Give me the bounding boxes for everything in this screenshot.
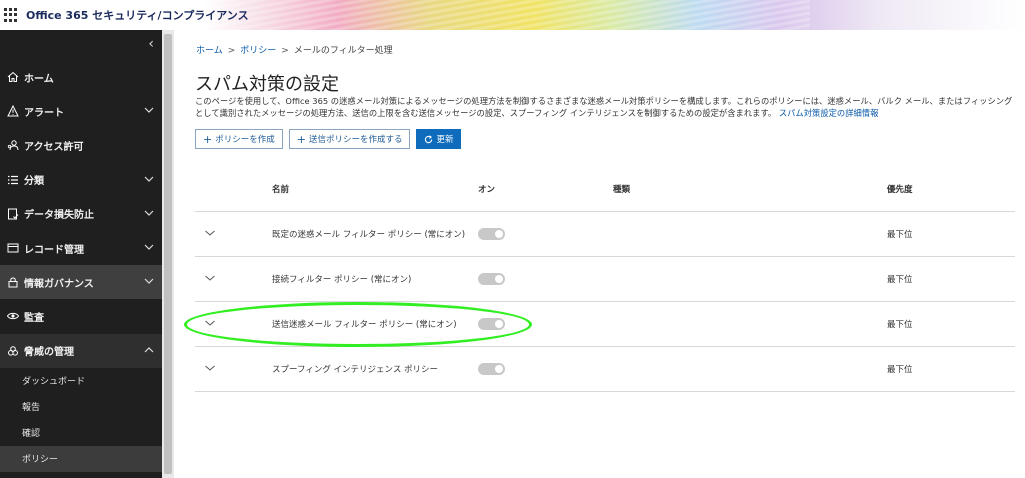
breadcrumb: ホーム > ポリシー > メールのフィルター処理 [196, 43, 393, 56]
breadcrumb-home-link[interactable]: ホーム [196, 46, 223, 56]
chevron-up-icon [144, 346, 154, 352]
breadcrumb-current: メールのフィルター処理 [293, 46, 393, 56]
sidebar-item-audit[interactable]: 監査 [0, 299, 162, 333]
policy-priority: 最下位 [887, 365, 913, 375]
sidebar-item-threat-management[interactable]: 脅威の管理 [0, 333, 162, 368]
create-policy-label: ポリシーを作成 [215, 135, 275, 145]
policy-name: 送信迷惑メール フィルター ポリシー (常にオン) [272, 320, 457, 330]
sidebar-subitem-dashboard[interactable]: ダッシュボード [0, 367, 162, 394]
sidebar-item-label: アラート [24, 107, 64, 119]
scrollbar-thumb[interactable] [164, 34, 172, 474]
chevron-down-icon[interactable] [204, 362, 216, 374]
sidebar-item-label: 情報ガバナンス [24, 278, 94, 290]
sidebar-item-label: データ損失防止 [24, 210, 94, 222]
chevron-down-icon [144, 278, 154, 284]
breadcrumb-separator: > [281, 46, 289, 56]
toolbar: + ポリシーを作成 + 送信ポリシーを作成する 更新 [195, 129, 462, 149]
sidebar-item-label: 脅威の管理 [24, 347, 74, 359]
sidebar-nav: ホーム アラート アクセス許可 分類 データ損失防止 レコード管理 情報ガバナン… [0, 60, 162, 472]
plus-icon: + [203, 132, 213, 146]
chevron-down-icon[interactable] [204, 272, 216, 284]
sidebar-item-classification[interactable]: 分類 [0, 163, 162, 197]
policy-toggle[interactable] [478, 228, 505, 240]
sidebar-item-permissions[interactable]: アクセス許可 [0, 128, 162, 162]
policy-name: スプーフィング インテリジェンス ポリシー [272, 365, 439, 375]
permissions-icon [6, 138, 20, 152]
eye-icon [6, 309, 20, 323]
column-header-priority[interactable]: 優先度 [887, 183, 913, 195]
sidebar-item-alerts[interactable]: アラート [0, 94, 162, 128]
sidebar-item-label: 分類 [24, 176, 44, 188]
chevron-down-icon[interactable] [204, 227, 216, 239]
table-row[interactable]: 接続フィルター ポリシー (常にオン) 最下位 [195, 257, 1015, 302]
dlp-icon [6, 207, 20, 221]
policy-priority: 最下位 [887, 275, 913, 285]
chevron-down-icon[interactable] [204, 317, 216, 329]
sidebar: ‹ ホーム アラート アクセス許可 分類 データ損失防止 レコード管理 情報ガバ… [0, 30, 162, 478]
policy-toggle[interactable] [478, 363, 505, 375]
sidebar-subitem-reports[interactable]: 報告 [0, 393, 162, 420]
chevron-down-icon [144, 210, 154, 216]
collapse-sidebar-icon[interactable]: ‹ [148, 36, 154, 52]
breadcrumb-separator: > [227, 46, 236, 56]
app-launcher-icon[interactable] [4, 8, 18, 22]
refresh-button[interactable]: 更新 [416, 129, 462, 149]
refresh-icon [425, 134, 433, 143]
sidebar-scrollbar[interactable] [162, 30, 174, 478]
breadcrumb-policy-link[interactable]: ポリシー [240, 46, 276, 56]
sidebar-item-records[interactable]: レコード管理 [0, 231, 162, 265]
sidebar-item-label: レコード管理 [24, 244, 84, 256]
policy-toggle[interactable] [478, 318, 505, 330]
learn-more-link[interactable]: スパム対策設定の詳細情報 [779, 108, 879, 118]
records-icon [6, 241, 20, 255]
warning-icon [6, 104, 20, 118]
chevron-down-icon [144, 176, 154, 182]
chevron-down-icon [144, 244, 154, 250]
column-header-type[interactable]: 種類 [613, 183, 630, 195]
main-content: ホーム > ポリシー > メールのフィルター処理 スパム対策の設定 このページを使用して… [174, 30, 1025, 478]
sidebar-item-home[interactable]: ホーム [0, 60, 162, 94]
sidebar-item-label: 監査 [24, 312, 44, 324]
biohazard-icon [6, 344, 20, 358]
description-text: このページを使用して、Office 365 の迷惑メール対策によるメッセージの処… [195, 96, 1013, 118]
lock-icon [6, 275, 20, 289]
create-outbound-policy-button[interactable]: + 送信ポリシーを作成する [288, 129, 411, 149]
policy-priority: 最下位 [887, 230, 913, 240]
table-row[interactable]: 既定の迷惑メール フィルター ポリシー (常にオン) 最下位 [195, 212, 1015, 257]
home-icon [6, 70, 20, 84]
policy-name: 接続フィルター ポリシー (常にオン) [272, 275, 412, 285]
column-header-on[interactable]: オン [478, 183, 495, 195]
table-header: 名前 オン 種類 優先度 [195, 168, 1015, 212]
policy-table: 名前 オン 種類 優先度 既定の迷惑メール フィルター ポリシー (常にオン) … [195, 168, 1015, 392]
create-policy-button[interactable]: + ポリシーを作成 [195, 129, 283, 149]
plus-icon: + [296, 132, 306, 146]
list-icon [6, 173, 20, 187]
chevron-down-icon [144, 107, 154, 114]
page-description: このページを使用して、Office 365 の迷惑メール対策によるメッセージの処… [195, 95, 1015, 119]
sidebar-item-label: ホーム [24, 73, 54, 85]
sidebar-item-dlp[interactable]: データ損失防止 [0, 197, 162, 231]
create-outbound-label: 送信ポリシーを作成する [308, 135, 403, 145]
table-row[interactable]: 送信迷惑メール フィルター ポリシー (常にオン) 最下位 [195, 302, 1015, 347]
table-row[interactable]: スプーフィング インテリジェンス ポリシー 最下位 [195, 347, 1015, 392]
sidebar-subitem-review[interactable]: 確認 [0, 419, 162, 446]
policy-name: 既定の迷惑メール フィルター ポリシー (常にオン) [272, 230, 466, 240]
column-header-name[interactable]: 名前 [272, 183, 289, 195]
refresh-label: 更新 [436, 135, 454, 145]
policy-toggle[interactable] [478, 273, 505, 285]
policy-priority: 最下位 [887, 320, 913, 330]
sidebar-item-info-governance[interactable]: 情報ガバナンス [0, 265, 162, 300]
top-bar: Office 365 セキュリティ/コンプライアンス [0, 0, 1025, 30]
sidebar-item-label: アクセス許可 [24, 141, 84, 153]
page-title: スパム対策の設定 [195, 74, 339, 95]
sidebar-subitem-policy[interactable]: ポリシー [0, 445, 162, 472]
app-title[interactable]: Office 365 セキュリティ/コンプライアンス [26, 7, 249, 23]
